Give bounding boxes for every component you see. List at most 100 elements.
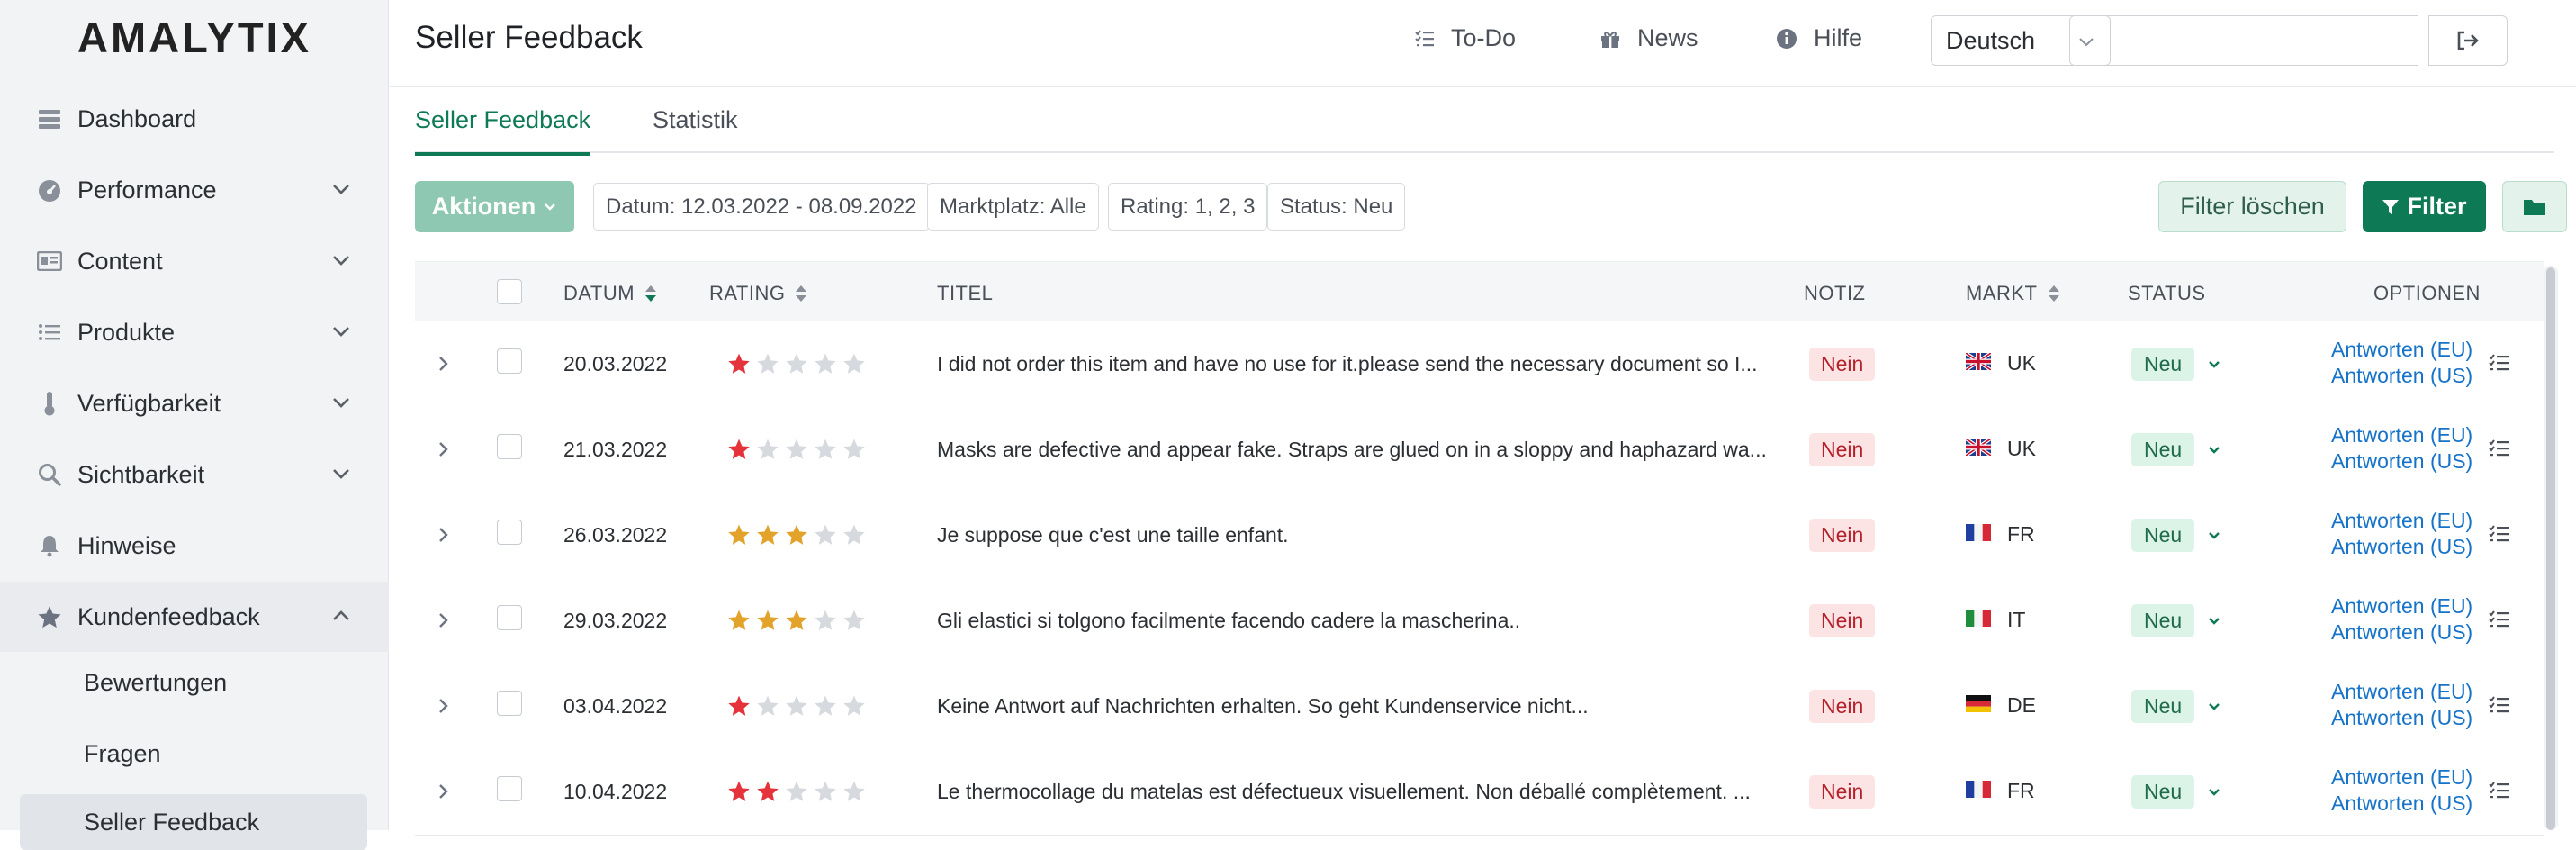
star-empty-icon (815, 524, 836, 545)
row-checkbox[interactable] (497, 520, 522, 545)
reply-eu-link[interactable]: Antworten (EU) (2331, 765, 2472, 790)
chevron-down-icon[interactable] (2207, 785, 2221, 800)
row-status[interactable]: Neu (2131, 690, 2221, 723)
reply-us-link[interactable]: Antworten (US) (2331, 535, 2472, 559)
sidebar-subitem-seller-feedback[interactable]: Seller Feedback (20, 794, 367, 850)
checklist-icon (1415, 29, 1434, 46)
chevron-down-icon[interactable] (2207, 443, 2221, 457)
list-icon (36, 319, 63, 346)
row-status[interactable]: Neu (2131, 519, 2221, 552)
news-link[interactable]: News (1599, 24, 1698, 52)
filter-chip-marketplace[interactable]: Marktplatz: Alle (927, 183, 1099, 231)
reply-links: Antworten (EU) Antworten (US) (2331, 423, 2472, 474)
row-checkbox[interactable] (497, 605, 522, 630)
reply-us-link[interactable]: Antworten (US) (2331, 706, 2472, 730)
star-filled-icon (786, 610, 807, 630)
task-list-icon[interactable] (2489, 782, 2512, 801)
todo-link[interactable]: To-Do (1415, 24, 1516, 52)
row-checkbox[interactable] (497, 434, 522, 459)
sidebar-subitem-bewertungen[interactable]: Bewertungen (20, 655, 367, 710)
chevron-down-icon (333, 469, 349, 479)
actions-button[interactable]: Aktionen (415, 181, 574, 232)
clear-filter-button[interactable]: Filter löschen (2158, 181, 2346, 232)
content-icon (36, 248, 63, 275)
column-header-date[interactable]: DATUM (563, 282, 658, 305)
language-value: Deutsch (1946, 26, 2036, 54)
expand-row-icon[interactable] (437, 782, 450, 801)
sidebar-item-hinweise[interactable]: Hinweise (0, 511, 389, 581)
help-label: Hilfe (1814, 24, 1863, 51)
row-checkbox[interactable] (497, 691, 522, 716)
row-status[interactable]: Neu (2131, 604, 2221, 638)
sidebar-item-dashboard[interactable]: Dashboard (0, 84, 389, 154)
folder-button[interactable] (2502, 181, 2567, 232)
rating-stars (727, 609, 866, 632)
row-title[interactable]: I did not order this item and have no us… (937, 352, 1774, 376)
row-title[interactable]: Masks are defective and appear fake. Str… (937, 438, 1774, 462)
reply-eu-link[interactable]: Antworten (EU) (2331, 594, 2472, 619)
reply-us-link[interactable]: Antworten (US) (2331, 449, 2472, 474)
row-checkbox[interactable] (497, 348, 522, 374)
reply-eu-link[interactable]: Antworten (EU) (2331, 338, 2472, 362)
scrollbar-thumb[interactable] (2546, 267, 2555, 830)
row-title[interactable]: Keine Antwort auf Nachrichten erhalten. … (937, 694, 1774, 719)
reply-eu-link[interactable]: Antworten (EU) (2331, 680, 2472, 704)
reply-us-link[interactable]: Antworten (US) (2331, 791, 2472, 816)
tab-statistik[interactable]: Statistik (653, 106, 738, 152)
row-status[interactable]: Neu (2131, 433, 2221, 466)
row-title[interactable]: Je suppose que c'est une taille enfant. (937, 523, 1774, 547)
sidebar-item-performance[interactable]: Performance (0, 155, 389, 225)
filter-button[interactable]: Filter (2363, 181, 2486, 232)
row-title[interactable]: Gli elastici si tolgono facilmente facen… (937, 609, 1774, 633)
column-header-rating[interactable]: RATING (709, 282, 808, 305)
chevron-down-icon[interactable] (2207, 357, 2221, 372)
expand-row-icon[interactable] (437, 525, 450, 545)
row-market: FR (1966, 522, 2035, 547)
expand-row-icon[interactable] (437, 696, 450, 716)
sidebar-item-label: Produkte (77, 318, 176, 346)
star-filled-icon (757, 781, 779, 801)
reply-links: Antworten (EU) Antworten (US) (2331, 509, 2472, 559)
row-title[interactable]: Le thermocollage du matelas est défectue… (937, 780, 1774, 804)
task-list-icon[interactable] (2489, 439, 2512, 459)
sort-icon (2048, 285, 2059, 302)
sidebar-item-label: Performance (77, 176, 217, 203)
reply-eu-link[interactable]: Antworten (EU) (2331, 423, 2472, 448)
tab-seller-feedback[interactable]: Seller Feedback (415, 106, 591, 156)
select-all-checkbox[interactable] (497, 279, 522, 304)
logout-button[interactable] (2428, 15, 2508, 66)
reply-us-link[interactable]: Antworten (US) (2331, 620, 2472, 645)
task-list-icon[interactable] (2489, 354, 2512, 374)
sidebar-item-produkte[interactable]: Produkte (0, 297, 389, 367)
chevron-down-icon[interactable] (2207, 700, 2221, 714)
table-row: 20.03.2022 I did not order this item and… (415, 321, 2544, 408)
filter-chip-status[interactable]: Status: Neu (1267, 183, 1406, 231)
row-status[interactable]: Neu (2131, 775, 2221, 809)
expand-row-icon[interactable] (437, 610, 450, 630)
column-header-market[interactable]: MARKT (1966, 282, 2061, 305)
sidebar-item-kundenfeedback[interactable]: Kundenfeedback (0, 582, 389, 652)
row-date: 21.03.2022 (563, 438, 668, 461)
filter-chip-rating[interactable]: Rating: 1, 2, 3 (1108, 183, 1268, 231)
expand-row-icon[interactable] (437, 439, 450, 459)
task-list-icon[interactable] (2489, 525, 2512, 545)
chevron-down-icon[interactable] (2207, 529, 2221, 543)
account-field[interactable] (2069, 15, 2418, 66)
sidebar-item-content[interactable]: Content (0, 226, 389, 296)
column-header-label: RATING (709, 282, 786, 304)
reply-us-link[interactable]: Antworten (US) (2331, 364, 2472, 388)
filter-chip-date[interactable]: Datum: 12.03.2022 - 08.09.2022 (593, 183, 930, 231)
sidebar-item-label: Dashboard (77, 104, 197, 132)
help-link[interactable]: Hilfe (1776, 24, 1862, 52)
expand-row-icon[interactable] (437, 354, 450, 374)
sidebar-item-sichtbarkeit[interactable]: Sichtbarkeit (0, 439, 389, 510)
row-checkbox[interactable] (497, 776, 522, 801)
star-filled-icon (728, 695, 750, 716)
task-list-icon[interactable] (2489, 696, 2512, 716)
sidebar-subitem-fragen[interactable]: Fragen (20, 726, 367, 782)
row-status[interactable]: Neu (2131, 348, 2221, 381)
task-list-icon[interactable] (2489, 610, 2512, 630)
chevron-down-icon[interactable] (2207, 614, 2221, 628)
reply-eu-link[interactable]: Antworten (EU) (2331, 509, 2472, 533)
sidebar-item-verfuegbarkeit[interactable]: Verfügbarkeit (0, 368, 389, 439)
